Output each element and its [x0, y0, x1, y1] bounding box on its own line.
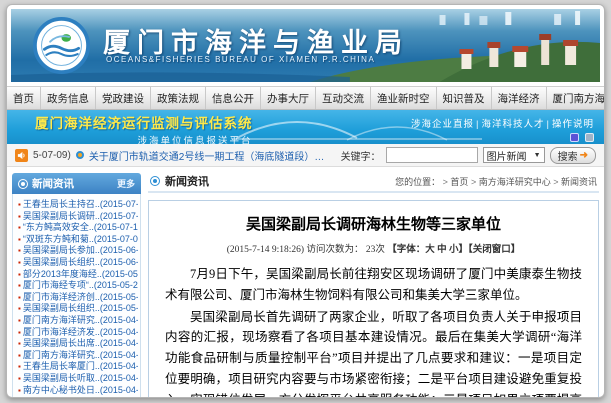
keyword-label: 关键字：	[341, 148, 381, 163]
banner-badge-icon-2[interactable]	[585, 133, 594, 142]
bureau-logo	[33, 17, 90, 74]
bullet-icon: ▪	[18, 304, 21, 313]
nav-item[interactable]: 政策法规	[151, 87, 206, 109]
more-link[interactable]: 更多	[117, 177, 135, 190]
news-list-item[interactable]: ▪王春生局长率厦门..(2015-04-20)	[18, 361, 138, 373]
bullet-icon: ▪	[18, 200, 21, 209]
nav-item[interactable]: 首页	[7, 87, 41, 109]
bullet-icon: ▪	[18, 212, 21, 221]
speaker-icon	[15, 149, 28, 162]
main-nav: 首页政务信息党政建设政策法规信息公开办事大厅互动交流渔业新时空知识普及海洋经济厦…	[7, 86, 604, 110]
nav-item[interactable]: 政务信息	[41, 87, 96, 109]
bullet-icon: ▪	[18, 223, 21, 232]
nav-item[interactable]: 互动交流	[316, 87, 371, 109]
category-select[interactable]: 图片新闻 ▼	[483, 147, 545, 163]
news-list-item[interactable]: ▪厦门市海经专项“..(2015-05-25)	[18, 280, 138, 292]
ticker-date: 5-07-09)	[33, 150, 71, 161]
breadcrumb-news[interactable]: 新闻资讯	[551, 177, 597, 187]
article-body: 7月9日下午，吴国梁副局长前往翔安区现场调研了厦门中美康泰生物技术有限公司、厦门…	[165, 264, 582, 398]
news-list-item[interactable]: ▪厦门市海洋经济创..(2015-05-21)	[18, 292, 138, 304]
article-paragraph: 吴国梁副局长首先调研了两家企业，听取了各项目负责人关于申报项目内容的汇报，现场察…	[165, 307, 582, 399]
news-list-item[interactable]: ▪王春生局长主持召..(2015-07-20)	[18, 199, 138, 211]
section-title: 新闻资讯	[165, 173, 209, 189]
news-list-item[interactable]: ▪“东方鲀高效安全..(2015-07-14)	[18, 222, 138, 234]
banner-link-talent[interactable]: 海洋科技人才	[482, 119, 545, 130]
section-dot-icon	[150, 176, 160, 186]
chevron-down-icon: ▼	[534, 152, 541, 159]
banner-link-direct-report[interactable]: 涉海企业直报	[411, 119, 474, 130]
bullet-icon: ▪	[18, 351, 21, 360]
article-title: 吴国梁副局长调研海林生物等三家单位	[165, 213, 582, 234]
site-subtitle: OCEANS&FISHERIES BUREAU OF XIAMEN P.R.CH…	[106, 55, 375, 64]
news-list-item[interactable]: ▪吴国梁副局长听取..(2015-04-09)	[18, 373, 138, 385]
breadcrumb-label: 您的位置：	[395, 177, 440, 187]
bullet-icon: ▪	[18, 339, 21, 348]
article: 吴国梁副局长调研海林生物等三家单位 (2015-7-14 9:18:26) 访问…	[148, 200, 599, 398]
nav-item[interactable]: 渔业新时空	[371, 87, 437, 109]
article-meta: (2015-7-14 9:18:26) 访问次数为： 23次 【字体：大 中 小…	[165, 241, 582, 255]
nav-item[interactable]: 厦门南方海洋研究中心	[547, 87, 606, 109]
news-list-item[interactable]: ▪厦门南方海洋研究..(2015-04-22)	[18, 350, 138, 362]
news-list-item[interactable]: ▪南方中心秘书处日..(2015-04-02)	[18, 385, 138, 397]
banner-badge-icon-1[interactable]	[570, 133, 579, 142]
sidebar-header: 新闻资讯 更多	[12, 173, 141, 194]
bullet-icon: ▪	[18, 374, 21, 383]
banner-link-instructions[interactable]: 操作说明	[552, 119, 594, 130]
news-list-item[interactable]: ▪“双斑东方鲀和菊..(2015-07-08)	[18, 234, 138, 246]
nav-item[interactable]: 知识普及	[437, 87, 492, 109]
play-circle-icon	[18, 179, 28, 189]
nav-item[interactable]: 党政建设	[96, 87, 151, 109]
news-list-item[interactable]: ▪吴国梁副局长参加..(2015-06-23)	[18, 245, 138, 257]
news-list-item[interactable]: ▪吴国梁副局长组织..(2015-05-08)	[18, 303, 138, 315]
ticker-headline-link[interactable]: 关于厦门市轨道交通2号线一期工程（海底隧道段）海洋环境影响报告书的公示(	[89, 148, 331, 163]
news-list: ▪王春生局长主持召..(2015-07-20) ▪吴国梁副局长调研..(2015…	[12, 194, 141, 398]
bullet-icon: ▪	[18, 281, 21, 290]
article-meta-time-views: (2015-7-14 9:18:26) 访问次数为： 23次	[227, 245, 387, 255]
news-sidebar: 新闻资讯 更多 ▪王春生局长主持召..(2015-07-20) ▪吴国梁副局长调…	[12, 173, 141, 398]
main-panel: 新闻资讯 您的位置：首页南方海洋研究中心新闻资讯 吴国梁副局长调研海林生物等三家…	[148, 173, 599, 398]
bullet-icon: ▪	[18, 258, 21, 267]
bullet-icon: ▪	[18, 362, 21, 371]
article-paragraph: 7月9日下午，吴国梁副局长前往翔安区现场调研了厦门中美康泰生物技术有限公司、厦门…	[165, 264, 582, 306]
site-header: 厦门市海洋与渔业局 OCEANS&FISHERIES BUREAU OF XIA…	[11, 9, 600, 82]
banner-title: 厦门海洋经济运行监测与评估系统	[35, 112, 253, 132]
news-list-item[interactable]: ▪厦门南方海洋研究..(2015-04-28)	[18, 315, 138, 327]
browser-window: 厦门市海洋与渔业局 OCEANS&FISHERIES BUREAU OF XIA…	[6, 4, 605, 398]
bullet-circle-icon	[76, 151, 84, 159]
news-list-item[interactable]: ▪部分2013年度海经..(2015-05-27)	[18, 269, 138, 281]
news-ticker-bar: 5-07-09) 关于厦门市轨道交通2号线一期工程（海底隧道段）海洋环境影响报告…	[7, 144, 604, 167]
bullet-icon: ▪	[18, 386, 21, 395]
sidebar-title: 新闻资讯	[32, 176, 74, 191]
bullet-icon: ▪	[18, 246, 21, 255]
news-list-item[interactable]: ▪吴国梁副局长组织..(2015-06-11)	[18, 257, 138, 269]
breadcrumb-center[interactable]: 南方海洋研究中心	[468, 177, 550, 187]
content-area: 新闻资讯 更多 ▪王春生局长主持召..(2015-07-20) ▪吴国梁副局长调…	[7, 167, 604, 398]
close-window-link[interactable]: 【关闭窗口】	[468, 245, 520, 255]
search-button[interactable]: 搜索 ➜	[550, 147, 596, 164]
bullet-icon: ▪	[18, 293, 21, 302]
news-list-item[interactable]: ▪吴国梁副局长调研..(2015-07-14)	[18, 211, 138, 223]
monitor-system-banner: 厦门海洋经济运行监测与评估系统 涉海单位信息报送平台 涉海企业直报|海洋科技人才…	[7, 110, 604, 144]
breadcrumb-home[interactable]: 首页	[440, 177, 468, 187]
nav-item[interactable]: 海洋经济	[492, 87, 547, 109]
breadcrumb: 您的位置：首页南方海洋研究中心新闻资讯	[395, 175, 597, 188]
section-header: 新闻资讯 您的位置：首页南方海洋研究中心新闻资讯	[148, 173, 599, 193]
font-size-controls[interactable]: 【字体：大 中 小】	[387, 245, 468, 255]
nav-item[interactable]: 信息公开	[206, 87, 261, 109]
banner-subtitle: 涉海单位信息报送平台	[35, 133, 253, 144]
bullet-icon: ▪	[18, 328, 21, 337]
bullet-icon: ▪	[18, 235, 21, 244]
nav-item[interactable]: 办事大厅	[261, 87, 316, 109]
banner-links: 涉海企业直报|海洋科技人才|操作说明	[411, 116, 594, 130]
bullet-icon: ▪	[18, 316, 21, 325]
news-list-item[interactable]: ▪吴国梁副局长出席..(2015-04-22)	[18, 338, 138, 350]
news-list-item[interactable]: ▪厦门市海洋经济发..(2015-04-24)	[18, 327, 138, 339]
search-arrow-icon: ➜	[580, 150, 588, 161]
keyword-input[interactable]	[386, 147, 478, 163]
bullet-icon: ▪	[18, 270, 21, 279]
